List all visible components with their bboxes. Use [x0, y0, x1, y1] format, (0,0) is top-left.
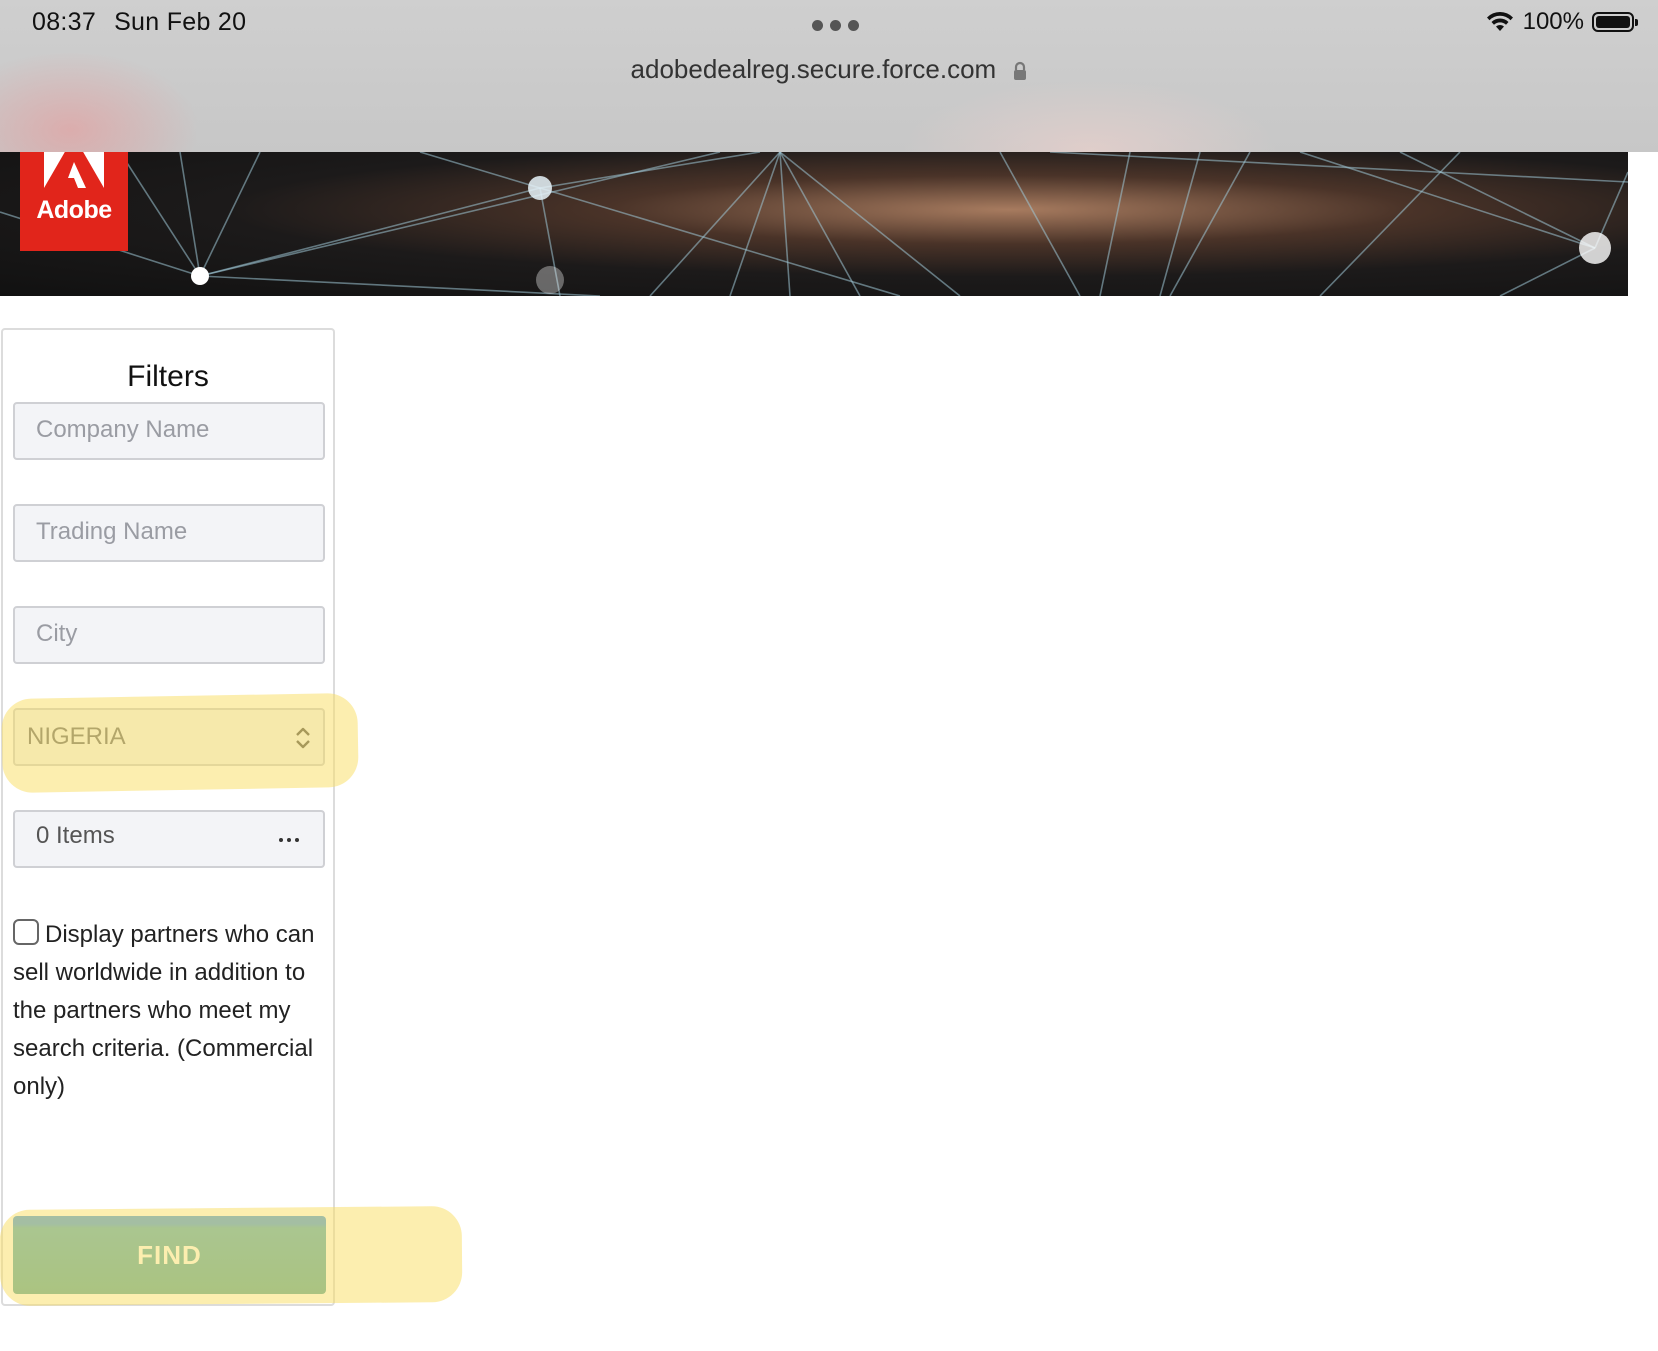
items-count: 0 Items [36, 822, 115, 849]
city-field[interactable] [13, 606, 325, 664]
url-text[interactable]: adobedealreg.secure.force.com [631, 54, 997, 84]
filters-panel: Filters NIGERIA 0 Items Display partners… [1, 328, 335, 1306]
company-name-field[interactable] [13, 402, 325, 460]
country-selected-value: NIGERIA [27, 723, 126, 750]
chrome-glow [900, 80, 1280, 152]
chevron-updown-icon [296, 727, 310, 749]
company-name-input[interactable] [36, 404, 306, 456]
filters-title: Filters [127, 360, 209, 393]
worldwide-checkbox-row[interactable]: Display partners who can sell worldwide … [13, 916, 325, 1106]
adobe-a-icon [44, 152, 104, 188]
header-banner-image [0, 152, 1628, 296]
battery-percent: 100% [1522, 8, 1584, 35]
country-select[interactable]: NIGERIA [13, 708, 325, 766]
multitasking-dots-icon[interactable] [812, 20, 859, 31]
network-lines-graphic [0, 152, 1628, 296]
browser-chrome: 08:37 Sun Feb 20 100% adobedealreg.secure… [0, 0, 1658, 152]
adobe-wordmark: Adobe [36, 196, 112, 224]
trading-name-input[interactable] [36, 506, 306, 558]
status-time: 08:37 [32, 8, 97, 36]
trading-name-field[interactable] [13, 504, 325, 562]
more-options-icon[interactable] [279, 838, 299, 842]
worldwide-checkbox-label: Display partners who can sell worldwide … [13, 921, 315, 1100]
adobe-logo[interactable]: Adobe [20, 152, 128, 251]
worldwide-checkbox[interactable] [13, 919, 39, 945]
status-clock: 08:37 Sun Feb 20 [32, 8, 264, 37]
wifi-icon [1486, 11, 1513, 31]
status-indicators: 100% [1485, 8, 1638, 36]
items-multiselect[interactable]: 0 Items [13, 810, 325, 868]
city-input[interactable] [36, 608, 306, 660]
status-date: Sun Feb 20 [114, 8, 247, 36]
address-bar[interactable]: adobedealreg.secure.force.com [0, 54, 1658, 85]
lock-icon [1014, 62, 1027, 81]
banner-gap [1628, 168, 1658, 296]
battery-icon [1592, 12, 1638, 32]
find-button[interactable]: FIND [13, 1216, 326, 1294]
